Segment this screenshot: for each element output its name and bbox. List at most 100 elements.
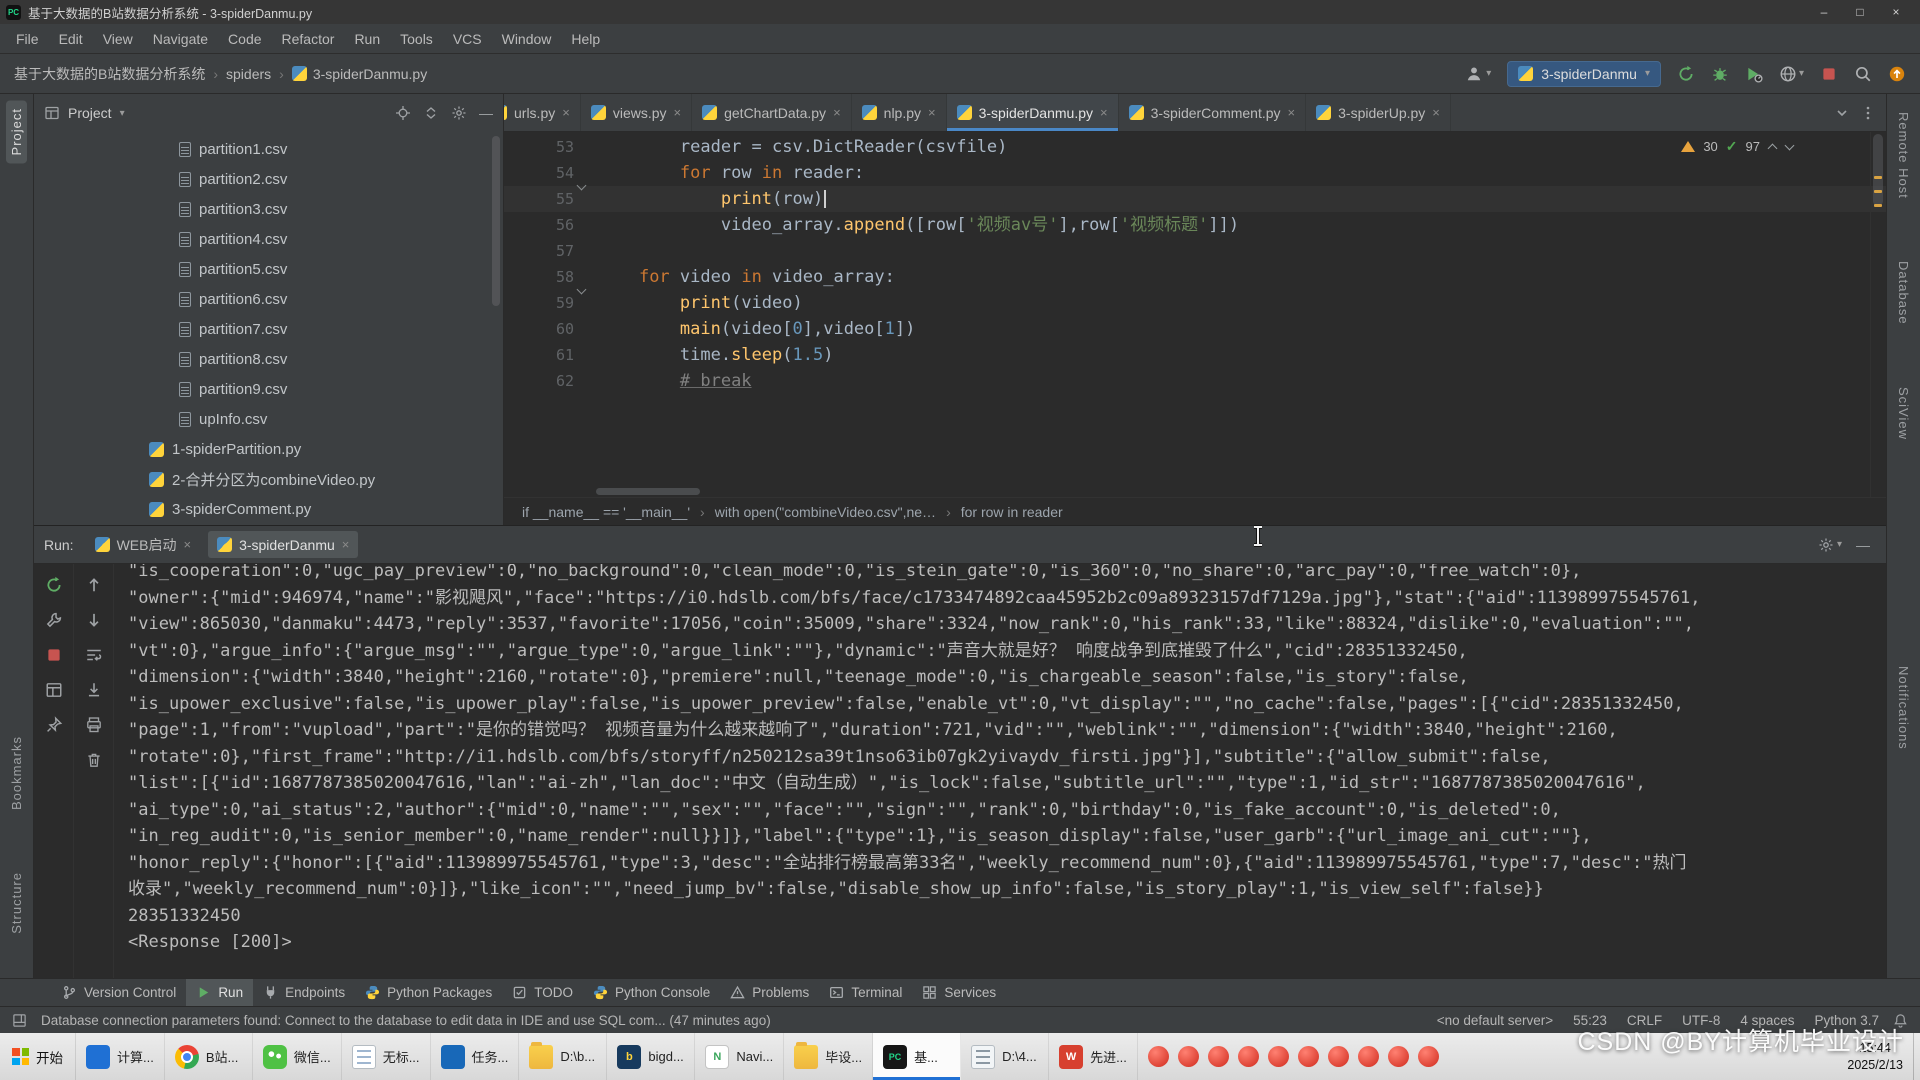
project-tree-item[interactable]: partition3.csv: [34, 194, 503, 224]
update-button[interactable]: [1888, 65, 1906, 83]
project-tree-item[interactable]: partition1.csv: [34, 134, 503, 164]
tool-window-switcher-icon[interactable]: [12, 1013, 27, 1028]
status-bar-widget[interactable]: 4 spaces: [1740, 1013, 1794, 1028]
stop-button[interactable]: [1820, 65, 1838, 83]
menu-item[interactable]: Tools: [390, 31, 443, 47]
status-bar-widget[interactable]: 55:23: [1573, 1013, 1607, 1028]
project-panel-title[interactable]: Project: [68, 105, 112, 121]
tool-window-button-services[interactable]: Services: [912, 979, 1006, 1006]
tab-options-button[interactable]: [1860, 105, 1876, 121]
scroll-to-end-button[interactable]: [85, 681, 103, 699]
code-line[interactable]: 60 main(video[0],video[1]): [504, 316, 1886, 342]
taskbar-app-button[interactable]: NNavi...: [695, 1033, 784, 1080]
menu-item[interactable]: Code: [218, 31, 271, 47]
close-tab-icon[interactable]: ×: [674, 105, 682, 120]
error-stripe[interactable]: [1870, 132, 1886, 497]
pin-tab-button[interactable]: [45, 716, 63, 734]
project-tree-item[interactable]: 3-spiderComment.py: [34, 494, 503, 524]
project-scrollbar[interactable]: [492, 136, 500, 306]
tool-window-stripe-button[interactable]: Project: [6, 100, 27, 163]
editor-tab[interactable]: 3-spiderComment.py×: [1119, 94, 1307, 131]
status-bar-widget[interactable]: <no default server>: [1437, 1013, 1553, 1028]
taskbar-red-app-icon[interactable]: [1388, 1046, 1409, 1067]
code-line[interactable]: 55 print(row): [504, 186, 1886, 212]
code-text[interactable]: main(video[0],video[1]): [592, 316, 915, 342]
run-tab[interactable]: WEB启动×: [86, 531, 200, 558]
editor-breadcrumb-item[interactable]: for row in reader: [961, 504, 1063, 520]
close-tab-icon[interactable]: ×: [1100, 105, 1108, 120]
close-tab-icon[interactable]: ×: [562, 105, 570, 120]
minimize-button[interactable]: –: [1806, 5, 1842, 19]
prev-problem-button[interactable]: [1768, 142, 1777, 151]
tool-window-button-version-control[interactable]: Version Control: [52, 979, 186, 1006]
project-tree-item[interactable]: 2-合并分区为combineVideo.py: [34, 464, 503, 494]
clear-all-button[interactable]: [85, 751, 103, 769]
code-line[interactable]: 57: [504, 238, 1886, 264]
tool-window-stripe-button[interactable]: SciView: [1893, 379, 1914, 448]
code-line[interactable]: 54 for row in reader:: [504, 160, 1886, 186]
search-everywhere-button[interactable]: [1854, 65, 1872, 83]
taskbar-red-app-icon[interactable]: [1268, 1046, 1289, 1067]
taskbar-red-app-icon[interactable]: [1148, 1046, 1169, 1067]
code-text[interactable]: for row in reader:: [592, 160, 864, 186]
close-tab-icon[interactable]: ×: [928, 105, 936, 120]
project-tree-item[interactable]: partition2.csv: [34, 164, 503, 194]
taskbar-app-button[interactable]: D:\b...: [519, 1033, 607, 1080]
console-output-line[interactable]: "vt":0},"argue_info":{"argue_msg":"","ar…: [128, 638, 1876, 665]
taskbar-app-button[interactable]: B站...: [165, 1033, 253, 1080]
tool-window-stripe-button[interactable]: Notifications: [1893, 658, 1914, 758]
code-text[interactable]: print(video): [592, 290, 803, 316]
restore-layout-button[interactable]: [45, 681, 63, 699]
editor-tab[interactable]: getChartData.py×: [692, 94, 852, 131]
close-tab-icon[interactable]: ×: [342, 537, 350, 552]
taskbar-app-button[interactable]: bbigd...: [607, 1033, 695, 1080]
code-text[interactable]: time.sleep(1.5): [592, 342, 833, 368]
menu-item[interactable]: View: [93, 31, 143, 47]
breadcrumb-item[interactable]: 基于大数据的B站数据分析系统: [14, 64, 205, 84]
editor-tab[interactable]: 3-spiderUp.py×: [1306, 94, 1451, 131]
soft-wrap-button[interactable]: [85, 646, 103, 664]
settings-gear-icon[interactable]: [451, 105, 467, 121]
console-output-line[interactable]: "in_reg_audit":0,"is_senior_member":0,"n…: [128, 823, 1876, 850]
code-text[interactable]: print(row): [592, 186, 826, 212]
taskbar-app-button[interactable]: 计算...: [76, 1033, 165, 1080]
menu-item[interactable]: Refactor: [272, 31, 345, 47]
tool-window-stripe-button[interactable]: Bookmarks: [6, 728, 27, 818]
code-line[interactable]: 53 reader = csv.DictReader(csvfile): [504, 134, 1886, 160]
console-output-line[interactable]: "list":[{"id":1687787385020047616,"lan":…: [128, 770, 1876, 797]
tool-window-button-endpoints[interactable]: Endpoints: [253, 979, 355, 1006]
breadcrumb-item[interactable]: 3-spiderDanmu.py: [292, 66, 427, 82]
editor-tab[interactable]: views.py×: [581, 94, 692, 131]
menu-item[interactable]: Help: [561, 31, 610, 47]
editor-tab[interactable]: urls.py×: [504, 94, 581, 131]
code-line[interactable]: 59 print(video): [504, 290, 1886, 316]
console-output-line[interactable]: "owner":{"mid":946974,"name":"影视飓风","fac…: [128, 585, 1876, 612]
taskbar-app-button[interactable]: W先进...: [1049, 1033, 1138, 1080]
locate-file-button[interactable]: [395, 105, 411, 121]
show-desktop-button[interactable]: [1913, 1033, 1920, 1080]
run-settings-button[interactable]: ▾: [1818, 537, 1842, 553]
project-tree-item[interactable]: partition5.csv: [34, 254, 503, 284]
close-tab-icon[interactable]: ×: [1288, 105, 1296, 120]
rerun-button[interactable]: [45, 576, 63, 594]
menu-item[interactable]: VCS: [443, 31, 492, 47]
console-output-line[interactable]: "page":1,"from":"vupload","part":"是你的错觉吗…: [128, 717, 1876, 744]
project-tree-item[interactable]: partition8.csv: [34, 344, 503, 374]
project-tree-item[interactable]: partition9.csv: [34, 374, 503, 404]
project-tree-item[interactable]: upInfo.csv: [34, 404, 503, 434]
code-editor[interactable]: 30 ✓ 97 53 re: [504, 132, 1886, 497]
tool-window-stripe-button[interactable]: Structure: [6, 864, 27, 942]
tool-window-button-problems[interactable]: Problems: [720, 979, 819, 1006]
menu-item[interactable]: File: [6, 31, 49, 47]
editor-breadcrumb-item[interactable]: if __name__ == '__main__': [522, 504, 690, 520]
status-message[interactable]: Database connection parameters found: Co…: [41, 1013, 771, 1028]
taskbar-app-button[interactable]: 微信...: [253, 1033, 342, 1080]
run-config-selector[interactable]: 3-spiderDanmu ▾: [1507, 61, 1661, 87]
taskbar-clock[interactable]: 15:44 2025/2/13: [1837, 1033, 1913, 1080]
console-output-line[interactable]: "dimension":{"width":3840,"height":2160,…: [128, 664, 1876, 691]
project-tree-item[interactable]: partition7.csv: [34, 314, 503, 344]
project-tree-item[interactable]: 1-spiderPartition.py: [34, 434, 503, 464]
debug-button[interactable]: [1711, 65, 1729, 83]
tool-window-button-run[interactable]: Run: [186, 979, 253, 1006]
taskbar-app-button[interactable]: 任务...: [431, 1033, 520, 1080]
